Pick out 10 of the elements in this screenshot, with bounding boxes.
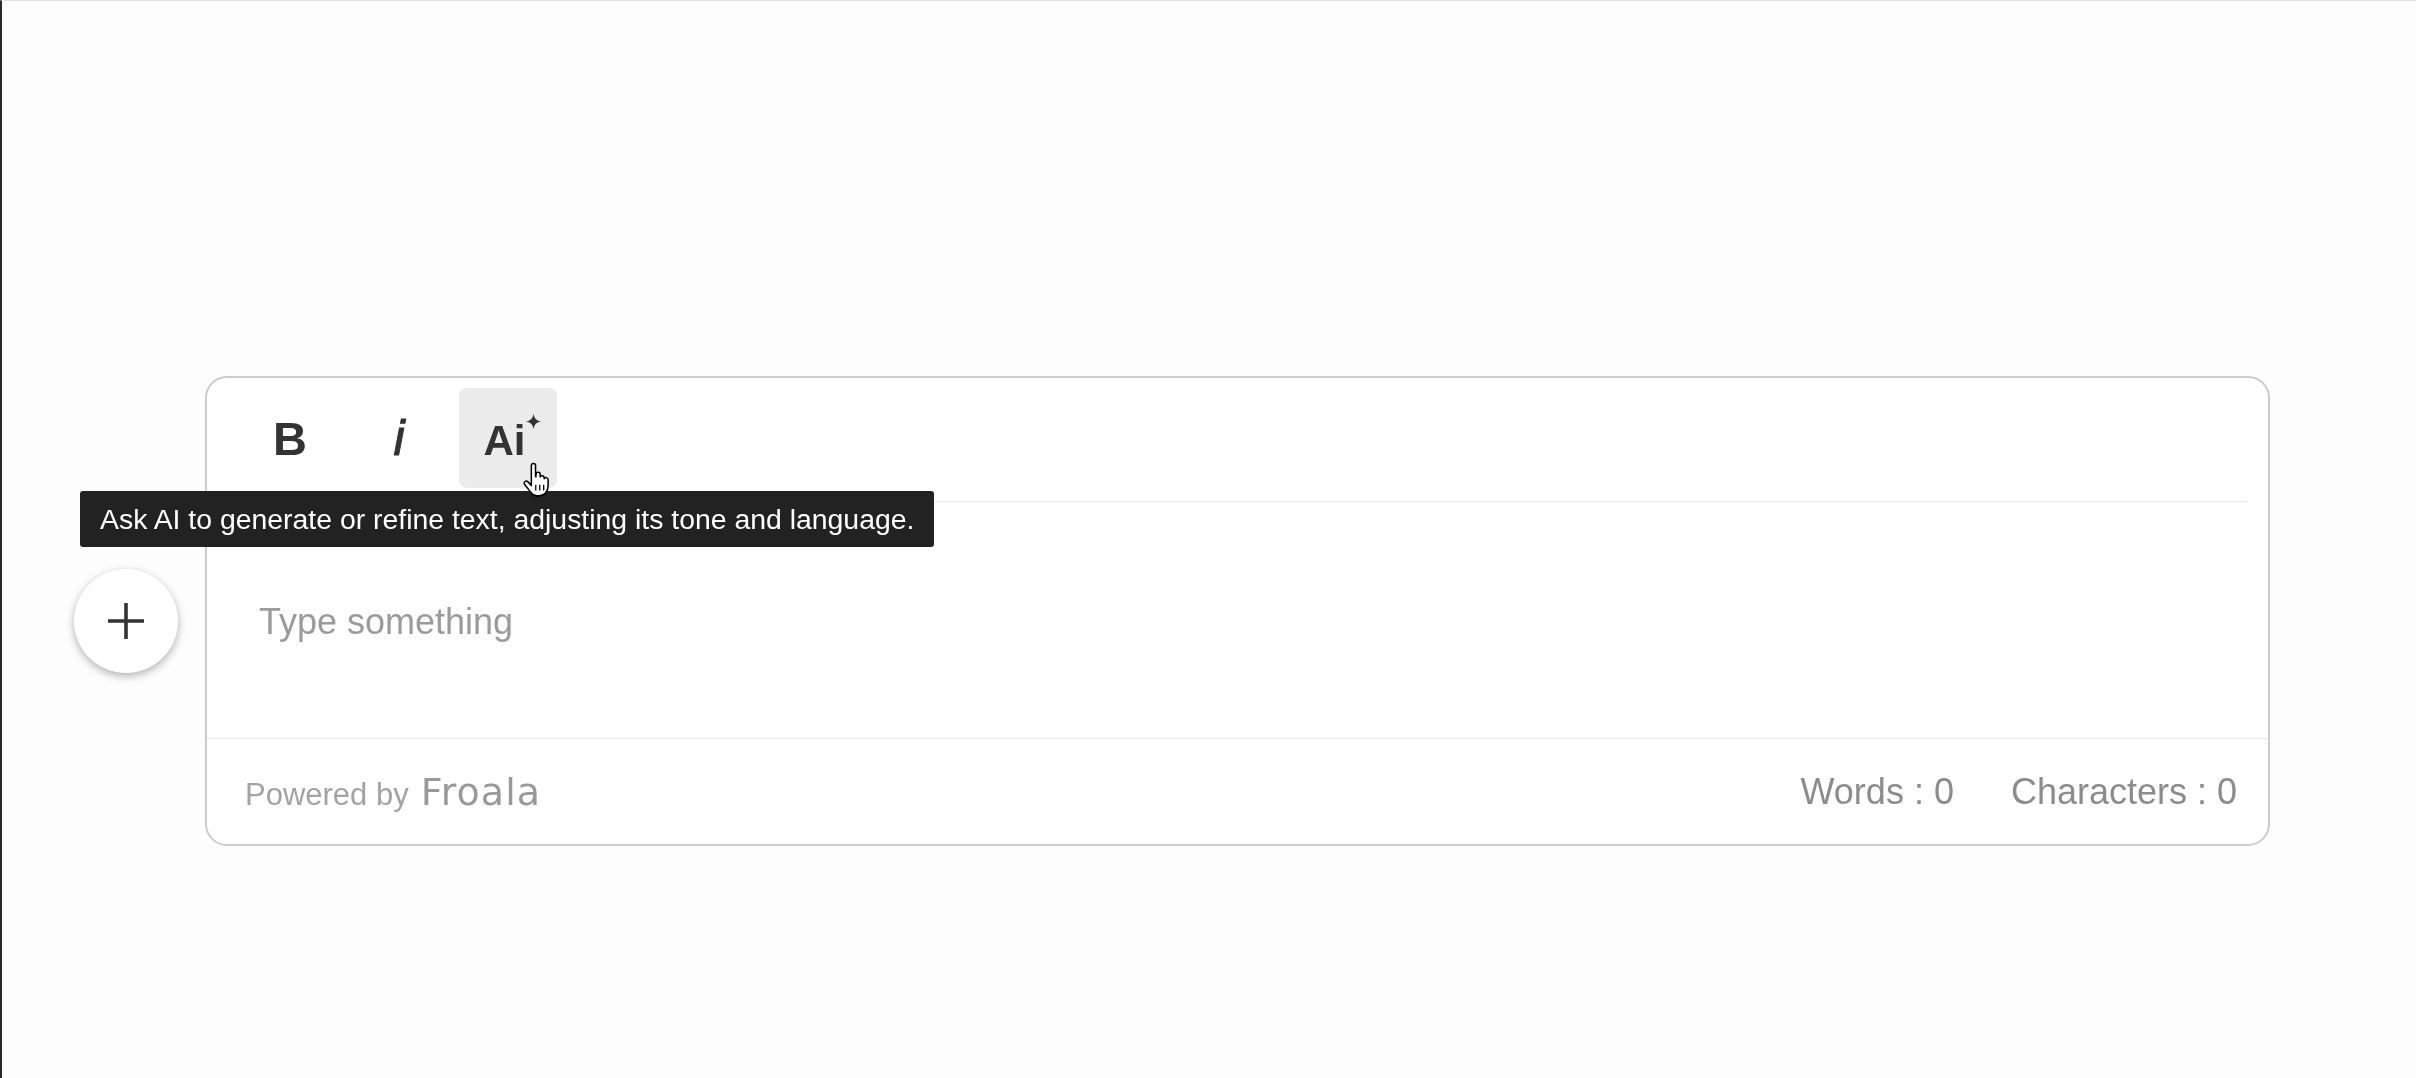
tooltip: Ask AI to generate or refine text, adjusting its tone and language. xyxy=(80,491,935,547)
bold-button[interactable]: B xyxy=(241,388,339,488)
sparkle-icon xyxy=(525,414,541,429)
plus-icon xyxy=(108,603,144,639)
add-button[interactable] xyxy=(74,569,178,673)
hand-cursor-icon xyxy=(522,462,550,498)
ai-button[interactable]: Ai xyxy=(459,388,557,488)
italic-button[interactable]: i xyxy=(350,388,448,488)
footer-counter: Characters : 0 xyxy=(2010,770,2237,813)
footer-counter: Words : 0 xyxy=(1800,770,1954,813)
